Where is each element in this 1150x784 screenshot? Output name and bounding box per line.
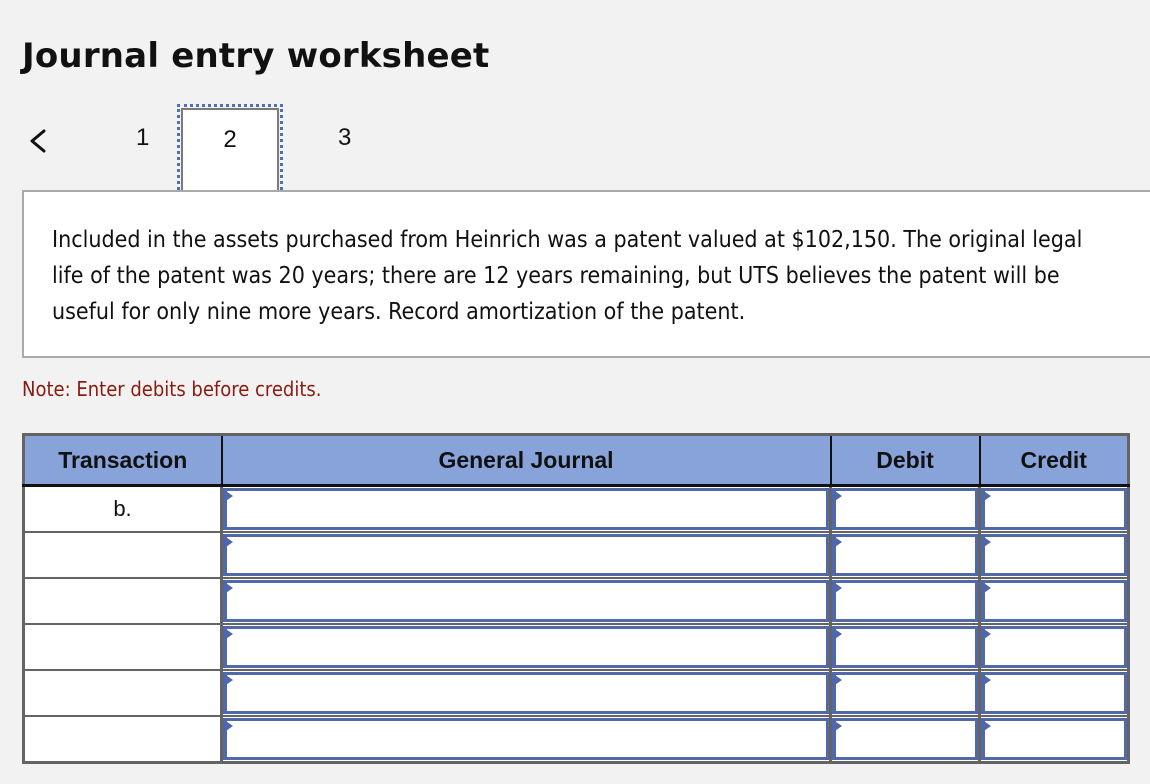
dropdown-marker-icon [223, 627, 233, 641]
table-header-row: Transaction General Journal Debit Credit [23, 434, 1129, 487]
dropdown-marker-icon [223, 719, 233, 733]
worksheet-pagination: 1 2 3 [0, 104, 400, 196]
dropdown-marker-icon [832, 535, 842, 549]
debit-cell [829, 669, 980, 716]
dropdown-marker-icon [223, 535, 233, 549]
account-input[interactable] [223, 718, 829, 760]
table-row [23, 623, 1129, 670]
credit-input[interactable] [981, 626, 1127, 668]
transaction-cell [23, 531, 222, 578]
credit-input[interactable] [981, 580, 1127, 622]
debit-cell [829, 623, 980, 670]
account-cell [220, 531, 831, 578]
transaction-cell [23, 577, 222, 624]
page-tab-2-active[interactable]: 2 [177, 104, 283, 196]
journal-table: Transaction General Journal Debit Credit… [22, 433, 1130, 764]
table-row: b. [24, 485, 1129, 532]
account-input[interactable] [223, 626, 829, 668]
account-input[interactable] [223, 488, 829, 530]
account-input[interactable] [223, 534, 829, 576]
credit-input[interactable] [981, 672, 1127, 714]
debit-cell [829, 577, 980, 624]
transaction-cell [23, 715, 222, 763]
page-tab-2-label: 2 [223, 126, 237, 153]
account-cell [220, 577, 831, 624]
header-general-journal: General Journal [220, 434, 831, 487]
dropdown-marker-icon [832, 489, 842, 503]
header-transaction: Transaction [23, 434, 222, 487]
account-input[interactable] [223, 580, 829, 622]
transaction-cell [23, 669, 222, 716]
debit-input[interactable] [832, 580, 978, 622]
account-input[interactable] [223, 672, 829, 714]
question-panel: Included in the assets purchased from He… [22, 190, 1150, 358]
debit-input[interactable] [832, 718, 978, 760]
dropdown-marker-icon [832, 719, 842, 733]
transaction-cell: b. [113, 496, 132, 521]
dropdown-marker-icon [981, 581, 991, 595]
debit-input[interactable] [832, 672, 978, 714]
dropdown-marker-icon [832, 627, 842, 641]
instruction-note: Note: Enter debits before credits. [22, 377, 322, 401]
debit-cell [829, 531, 980, 578]
dropdown-marker-icon [981, 673, 991, 687]
credit-cell [978, 623, 1129, 670]
dropdown-marker-icon [832, 581, 842, 595]
dropdown-marker-icon [223, 581, 233, 595]
table-row [23, 715, 1129, 763]
table-row [23, 531, 1129, 578]
credit-cell [978, 531, 1129, 578]
header-debit: Debit [829, 434, 980, 487]
credit-input[interactable] [981, 718, 1127, 760]
header-credit: Credit [978, 434, 1129, 487]
dropdown-marker-icon [981, 719, 991, 733]
dropdown-marker-icon [223, 489, 233, 503]
page-tab-1[interactable]: 1 [136, 124, 149, 152]
credit-cell [978, 715, 1129, 763]
table-row [23, 577, 1129, 624]
account-cell [220, 485, 831, 532]
account-cell [220, 623, 831, 670]
dropdown-marker-icon [981, 535, 991, 549]
debit-input[interactable] [832, 488, 978, 530]
table-row [23, 669, 1129, 716]
account-cell [220, 715, 831, 763]
debit-cell [829, 715, 980, 763]
debit-input[interactable] [832, 626, 978, 668]
dropdown-marker-icon [832, 673, 842, 687]
dropdown-marker-icon [223, 673, 233, 687]
debit-cell [829, 485, 980, 532]
credit-input[interactable] [981, 488, 1127, 530]
account-cell [220, 669, 831, 716]
page-tab-3[interactable]: 3 [338, 124, 351, 152]
chevron-left-icon[interactable] [26, 128, 52, 154]
dropdown-marker-icon [981, 627, 991, 641]
page-title: Journal entry worksheet [22, 36, 490, 76]
credit-cell [978, 577, 1129, 624]
transaction-cell [23, 623, 222, 670]
debit-input[interactable] [832, 534, 978, 576]
question-text: Included in the assets purchased from He… [52, 227, 1083, 325]
dropdown-marker-icon [981, 489, 991, 503]
credit-cell [978, 485, 1129, 532]
credit-cell [978, 669, 1129, 716]
credit-input[interactable] [981, 534, 1127, 576]
